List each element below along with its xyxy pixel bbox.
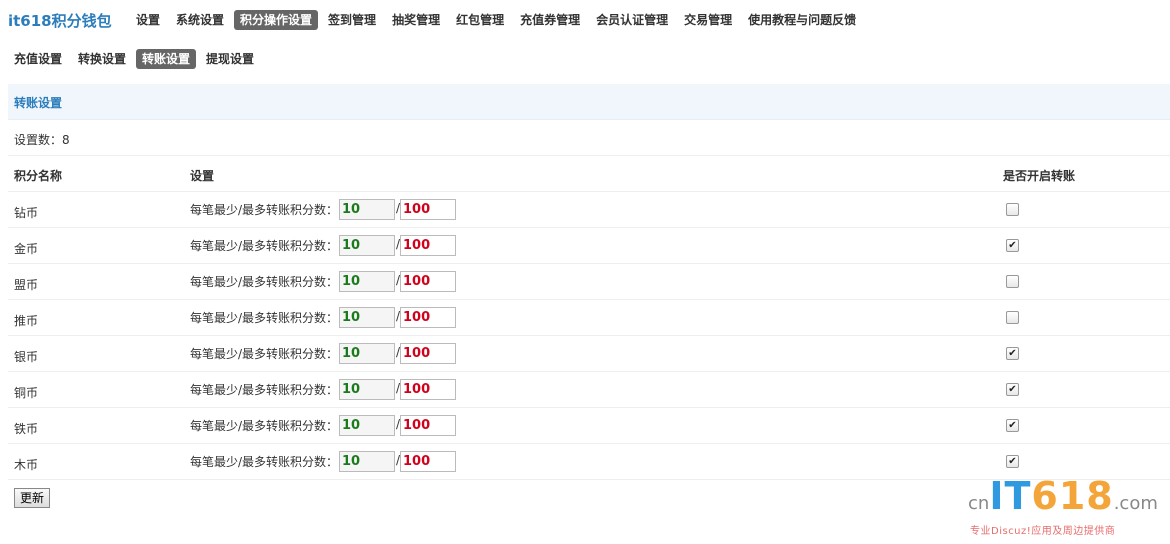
enable-transfer-checkbox[interactable]: ✔	[1006, 419, 1019, 432]
max-transfer-input[interactable]: 100	[400, 235, 456, 256]
section-title: 转账设置	[14, 96, 63, 110]
settings-count: 设置数：8	[14, 133, 70, 147]
watermark-tagline: 专业Discuz!应用及周边提供商	[970, 526, 1116, 537]
update-button[interactable]: 更新	[14, 488, 51, 508]
enable-transfer-checkbox[interactable]: ✔	[1006, 383, 1019, 396]
table-header: 积分名称 设置 是否开启转账	[8, 156, 1170, 192]
max-transfer-input[interactable]: 100	[400, 451, 456, 472]
min-transfer-input[interactable]: 10	[339, 271, 395, 292]
credit-name: 盟币	[14, 278, 39, 292]
max-transfer-input[interactable]: 100	[400, 199, 456, 220]
credit-name: 木币	[14, 458, 39, 472]
top-nav-item[interactable]: 充值券管理	[514, 10, 586, 30]
top-nav-item[interactable]: 签到管理	[322, 10, 382, 30]
setting-label: 每笔最少/最多转账积分数：	[190, 275, 339, 289]
max-transfer-input[interactable]: 100	[400, 307, 456, 328]
table-row: 铜币 每笔最少/最多转账积分数： 10/100 ✔	[8, 372, 1170, 408]
sub-nav: 充值设置 转换设置 转账设置 提现设置	[8, 49, 264, 69]
table-row: 铁币 每笔最少/最多转账积分数： 10/100 ✔	[8, 408, 1170, 444]
watermark-618: 618	[1031, 474, 1114, 518]
sub-nav-item[interactable]: 转换设置	[72, 49, 132, 69]
setting-label: 每笔最少/最多转账积分数：	[190, 383, 339, 397]
enable-transfer-checkbox[interactable]: ✔	[1006, 455, 1019, 468]
header-enable-transfer: 是否开启转账	[1003, 169, 1076, 183]
setting-label: 每笔最少/最多转账积分数：	[190, 419, 339, 433]
min-transfer-input[interactable]: 10	[339, 307, 395, 328]
settings-count-row: 设置数：8	[8, 120, 1170, 156]
top-nav-item[interactable]: 交易管理	[678, 10, 738, 30]
table-row: 钻币 每笔最少/最多转账积分数： 10/100	[8, 192, 1170, 228]
watermark-logo: cnIT618.com	[968, 474, 1158, 518]
top-nav-item[interactable]: 设置	[130, 10, 166, 30]
header-credit-name: 积分名称	[14, 169, 63, 183]
enable-transfer-checkbox[interactable]: ✔	[1006, 347, 1019, 360]
min-transfer-input[interactable]: 10	[339, 379, 395, 400]
app-brand[interactable]: it618积分钱包	[8, 10, 112, 31]
enable-transfer-checkbox[interactable]	[1006, 203, 1019, 216]
min-transfer-input[interactable]: 10	[339, 343, 395, 364]
table-row: 盟币 每笔最少/最多转账积分数： 10/100	[8, 264, 1170, 300]
credit-name: 银币	[14, 350, 39, 364]
top-nav-items: 设置 系统设置 积分操作设置 签到管理 抽奖管理 红包管理 充值券管理 会员认证管理 交易管理使…	[130, 10, 866, 30]
setting-label: 每笔最少/最多转账积分数：	[190, 455, 339, 469]
watermark-it: IT	[989, 474, 1032, 518]
enable-transfer-checkbox[interactable]: ✔	[1006, 239, 1019, 252]
top-nav-item[interactable]: 系统设置	[170, 10, 230, 30]
watermark-cn: cn	[968, 493, 990, 514]
top-nav-item[interactable]: 会员认证管理	[590, 10, 674, 30]
watermark-com: .com	[1113, 493, 1158, 514]
top-nav-item[interactable]: 抽奖管理	[386, 10, 446, 30]
max-transfer-input[interactable]: 100	[400, 343, 456, 364]
it618-watermark: cnIT618.com 专业Discuz!应用及周边提供商	[968, 474, 1164, 538]
table-row: 银币 每笔最少/最多转账积分数： 10/100 ✔	[8, 336, 1170, 372]
top-nav: it618积分钱包 设置 系统设置 积分操作设置 签到管理 抽奖管理 红包管理 充值券管理会…	[0, 0, 1170, 40]
min-transfer-input[interactable]: 10	[339, 451, 395, 472]
sub-nav-item[interactable]: 提现设置	[200, 49, 260, 69]
section-header: 转账设置	[8, 84, 1170, 120]
setting-label: 每笔最少/最多转账积分数：	[190, 347, 339, 361]
sub-nav-item[interactable]: 转账设置	[136, 49, 197, 69]
credit-name: 钻币	[14, 206, 39, 220]
setting-label: 每笔最少/最多转账积分数：	[190, 239, 339, 253]
min-transfer-input[interactable]: 10	[339, 415, 395, 436]
credit-name: 铜币	[14, 386, 39, 400]
table-row: 推币 每笔最少/最多转账积分数： 10/100	[8, 300, 1170, 336]
credit-name: 推币	[14, 314, 39, 328]
setting-label: 每笔最少/最多转账积分数：	[190, 311, 339, 325]
header-setting: 设置	[190, 169, 215, 183]
setting-label: 每笔最少/最多转账积分数：	[190, 203, 339, 217]
sub-nav-item[interactable]: 充值设置	[8, 49, 68, 69]
enable-transfer-checkbox[interactable]	[1006, 311, 1019, 324]
min-transfer-input[interactable]: 10	[339, 235, 395, 256]
enable-transfer-checkbox[interactable]	[1006, 275, 1019, 288]
max-transfer-input[interactable]: 100	[400, 415, 456, 436]
max-transfer-input[interactable]: 100	[400, 271, 456, 292]
transfer-settings-table: 积分名称 设置 是否开启转账 钻币 每笔最少/最多转账积分数： 10/100 金币 每笔…	[8, 156, 1170, 480]
max-transfer-input[interactable]: 100	[400, 379, 456, 400]
table-body: 钻币 每笔最少/最多转账积分数： 10/100 金币 每笔最少/最多转账积分数： 10/1…	[8, 192, 1170, 480]
top-nav-item[interactable]: 积分操作设置	[234, 10, 319, 30]
table-row: 金币 每笔最少/最多转账积分数： 10/100 ✔	[8, 228, 1170, 264]
top-nav-item[interactable]: 红包管理	[450, 10, 510, 30]
credit-name: 金币	[14, 242, 39, 256]
credit-name: 铁币	[14, 422, 39, 436]
top-nav-item[interactable]: 使用教程与问题反馈	[742, 10, 862, 30]
min-transfer-input[interactable]: 10	[339, 199, 395, 220]
